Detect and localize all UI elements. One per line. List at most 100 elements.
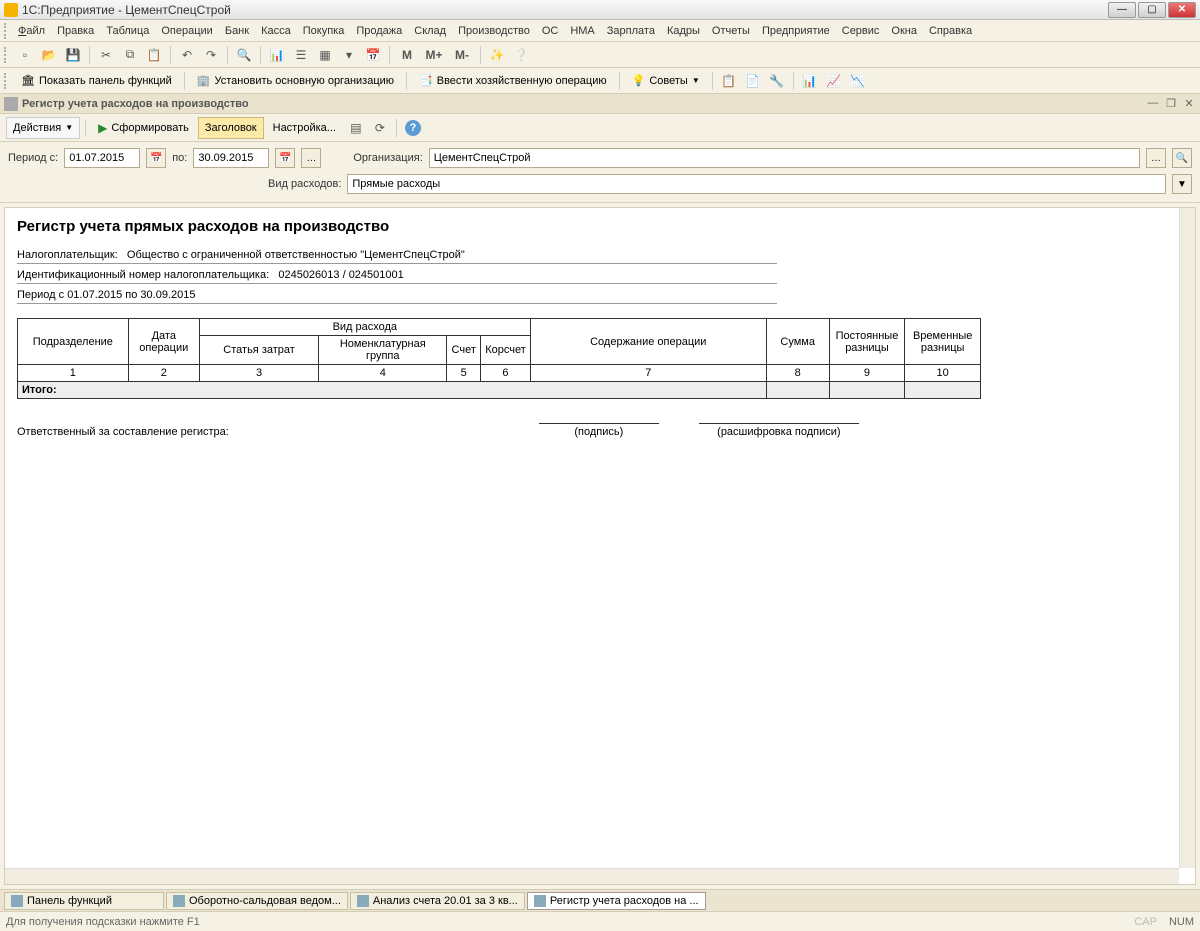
menu-salary[interactable]: Зарплата [601,23,661,39]
menu-bank[interactable]: Банк [219,23,255,39]
doc-minimize-icon[interactable]: — [1146,97,1160,111]
col-costitem: Статья затрат [199,336,318,365]
task-account-analysis[interactable]: Анализ счета 20.01 за 3 кв... [350,892,525,910]
task-panel-functions[interactable]: Панель функций [4,892,164,910]
menu-help[interactable]: Справка [923,23,978,39]
extra-icon-4[interactable]: 📊 [799,70,821,92]
calendar-icon[interactable]: 📅 [362,44,384,66]
menu-file[interactable]: Файл [12,23,51,39]
status-hint: Для получения подсказки нажмите F1 [6,916,200,928]
save-icon[interactable]: 💾 [62,44,84,66]
period-from-input[interactable]: 01.07.2015 [64,148,140,168]
help-toolbar-icon[interactable]: ❔ [510,44,532,66]
menu-production[interactable]: Производство [452,23,536,39]
cut-icon[interactable]: ✂ [95,44,117,66]
settings-button[interactable]: Настройка... [266,117,343,139]
header-toggle-button[interactable]: Заголовок [198,117,264,139]
menu-hr[interactable]: Кадры [661,23,706,39]
menu-sale[interactable]: Продажа [350,23,408,39]
menu-service[interactable]: Сервис [836,23,886,39]
find-icon[interactable]: 🔍 [233,44,255,66]
period-to-input[interactable]: 30.09.2015 [193,148,269,168]
signature-row: Ответственный за составление регистра: (… [17,423,1183,438]
menu-os[interactable]: ОС [536,23,565,39]
extra-icon-1[interactable]: 📋 [718,70,740,92]
window-taskbar: Панель функций Оборотно-сальдовая ведом.… [0,889,1200,911]
menu-nma[interactable]: НМА [564,23,600,39]
toolbar2-grip[interactable] [4,73,10,89]
dropdown-icon[interactable]: ▾ [338,44,360,66]
enter-op-button[interactable]: 📑 Ввести хозяйственную операцию [412,70,614,92]
extra-icon-5[interactable]: 📈 [823,70,845,92]
mem-mplus[interactable]: M+ [421,44,447,66]
org-search-icon[interactable]: 🔍 [1172,148,1192,168]
menu-table[interactable]: Таблица [100,23,155,39]
menu-purchase[interactable]: Покупка [297,23,351,39]
menubar-grip[interactable] [4,23,10,39]
status-num: NUM [1169,916,1194,928]
task-register[interactable]: Регистр учета расходов на ... [527,892,706,910]
toolbar1-grip[interactable] [4,47,10,63]
expense-type-label: Вид расходов: [268,178,341,190]
doc-restore-icon[interactable]: ❐ [1164,97,1178,111]
menu-reports[interactable]: Отчеты [706,23,756,39]
close-button[interactable]: ✕ [1168,2,1196,18]
period-picker-button[interactable]: … [301,148,321,168]
doc-close-icon[interactable]: ✕ [1182,97,1196,111]
minimize-button[interactable]: — [1108,2,1136,18]
refresh-icon[interactable]: ⟳ [369,117,391,139]
copy-icon[interactable]: ⧉ [119,44,141,66]
actions-dropdown[interactable]: Действия ▼ [6,117,80,139]
extra-icon-2[interactable]: 📄 [742,70,764,92]
report-table: Подразделение Дата операции Вид расхода … [17,318,981,399]
period-from-calendar-icon[interactable]: 📅 [146,148,166,168]
open-icon[interactable]: 📂 [38,44,60,66]
org-input[interactable]: ЦементСпецСтрой [429,148,1140,168]
calc-icon[interactable]: ▦ [314,44,336,66]
chart-icon[interactable]: 📊 [266,44,288,66]
mem-m[interactable]: M [395,44,419,66]
show-panel-button[interactable]: 🏛 Показать панель функций [14,70,179,92]
main-toolbar-1: ▫ 📂 💾 ✂ ⧉ 📋 ↶ ↷ 🔍 📊 ☰ ▦ ▾ 📅 M M+ M- ✨ ❔ [0,42,1200,68]
tips-label: Советы [649,75,687,87]
expense-type-dropdown-icon[interactable]: ▼ [1172,174,1192,194]
doc-tab-icon [4,97,18,111]
task-osv[interactable]: Оборотно-сальдовая ведом... [166,892,348,910]
maximize-button[interactable]: ▢ [1138,2,1166,18]
extra-icon-3[interactable]: 🔧 [766,70,788,92]
panel-icon: 🏛 [21,74,35,87]
menu-cash[interactable]: Касса [255,23,297,39]
menu-enterprise[interactable]: Предприятие [756,23,836,39]
report-title: Регистр учета прямых расходов на произво… [17,218,1183,235]
expense-type-select[interactable]: Прямые расходы [347,174,1166,194]
horizontal-scrollbar[interactable] [5,868,1179,884]
chevron-down-icon: ▼ [65,123,73,132]
menu-windows[interactable]: Окна [885,23,923,39]
doc-tab-title: Регистр учета расходов на производство [22,98,1146,110]
period-to-calendar-icon[interactable]: 📅 [275,148,295,168]
col-permdiff: Постоянные разницы [829,319,905,365]
undo-icon[interactable]: ↶ [176,44,198,66]
vertical-scrollbar[interactable] [1179,208,1195,868]
list-icon[interactable]: ☰ [290,44,312,66]
set-org-button[interactable]: 🏢 Установить основную организацию [190,70,401,92]
menu-edit[interactable]: Правка [51,23,100,39]
wand-icon[interactable]: ✨ [486,44,508,66]
actions-label: Действия [13,122,61,134]
org-pick-button[interactable]: … [1146,148,1166,168]
menu-operations[interactable]: Операции [155,23,218,39]
extra-icon-6[interactable]: 📉 [847,70,869,92]
filter-icon[interactable]: ▤ [345,117,367,139]
operation-icon: 📑 [419,74,433,87]
paste-icon[interactable]: 📋 [143,44,165,66]
responsible-label: Ответственный за составление регистра: [17,426,229,438]
help-button[interactable]: ? [402,117,424,139]
col-opdate: Дата операции [128,319,199,365]
form-button[interactable]: ▶ Сформировать [91,117,196,139]
menu-warehouse[interactable]: Склад [408,23,452,39]
mem-mminus[interactable]: M- [449,44,475,66]
tips-button[interactable]: 💡 Советы ▼ [625,70,707,92]
new-doc-icon[interactable]: ▫ [14,44,36,66]
redo-icon[interactable]: ↷ [200,44,222,66]
window-titlebar: 1С:Предприятие - ЦементСпецСтрой — ▢ ✕ [0,0,1200,20]
